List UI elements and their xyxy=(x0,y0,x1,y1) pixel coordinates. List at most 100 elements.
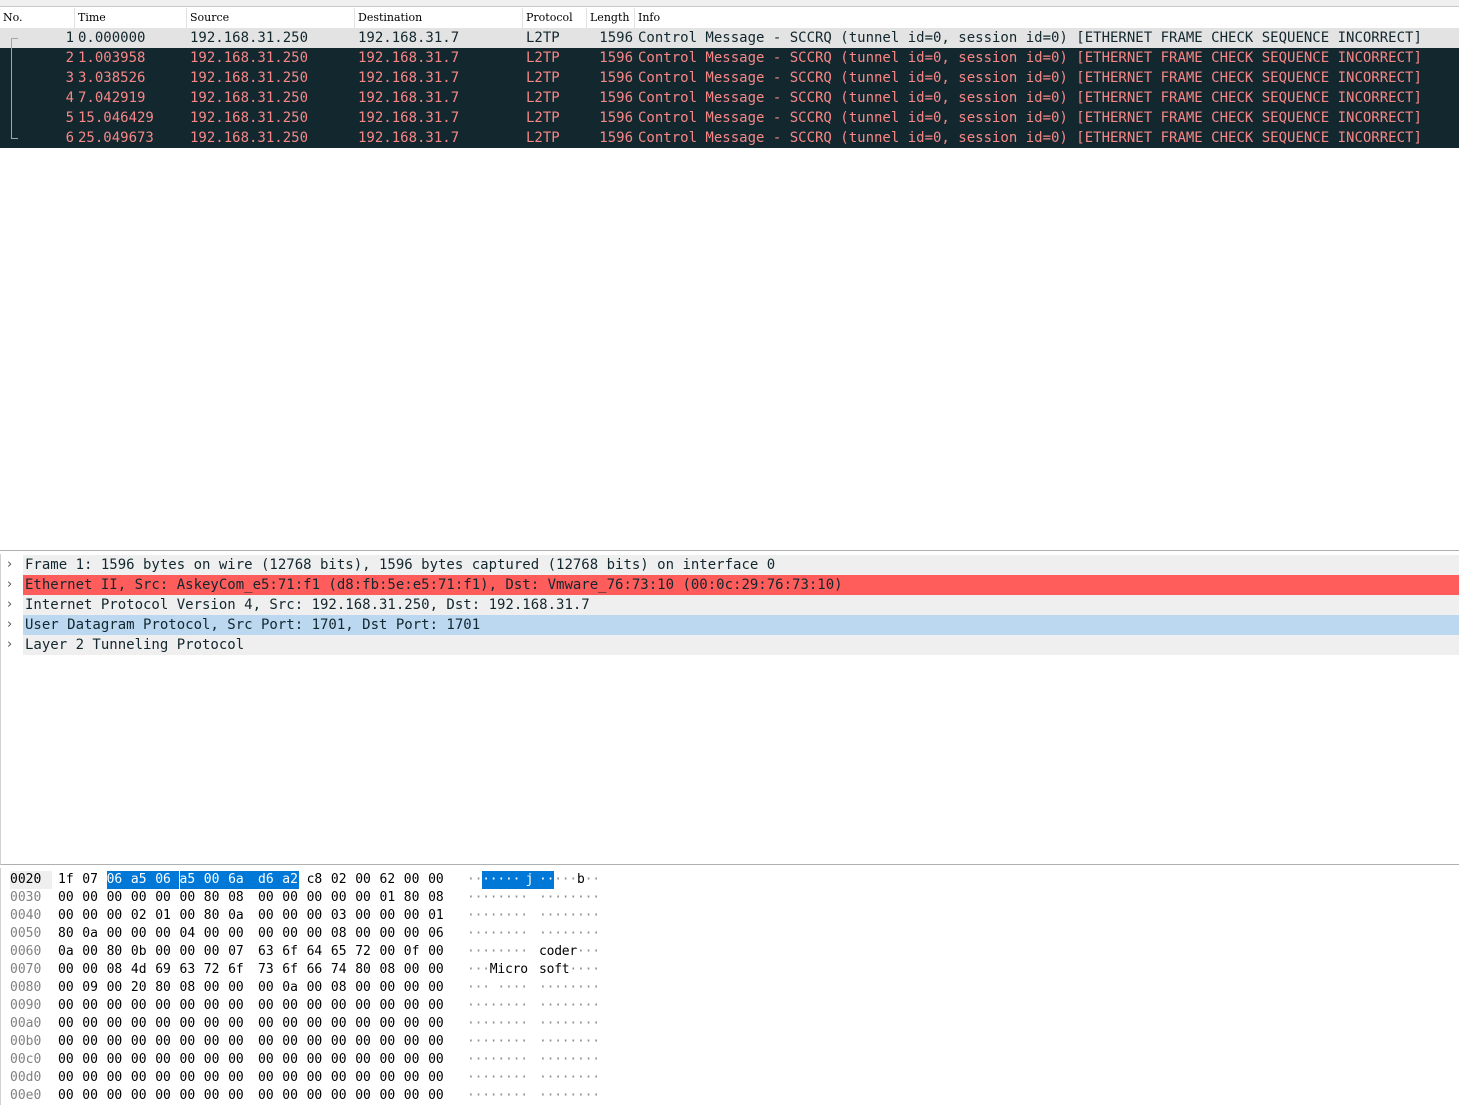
ascii-char[interactable]: · xyxy=(592,907,600,925)
ascii-char[interactable]: · xyxy=(490,1015,498,1033)
hex-byte[interactable]: 0a xyxy=(58,943,75,961)
ascii-char[interactable]: · xyxy=(475,961,483,979)
ascii-char[interactable]: · xyxy=(569,1033,577,1051)
ascii-char[interactable]: · xyxy=(562,871,570,889)
ascii-char[interactable]: · xyxy=(569,961,577,979)
ascii-char[interactable]: · xyxy=(562,1069,570,1087)
hex-byte[interactable]: 00 xyxy=(204,979,221,997)
ascii-char[interactable]: · xyxy=(497,943,505,961)
ascii-char[interactable]: t xyxy=(562,961,570,979)
ascii-char[interactable]: · xyxy=(554,1069,562,1087)
ascii-char[interactable]: · xyxy=(562,925,570,943)
ascii-char[interactable]: · xyxy=(539,925,547,943)
hex-byte[interactable]: 00 xyxy=(180,1087,197,1105)
hex-byte[interactable]: 00 xyxy=(228,997,245,1015)
hex-byte[interactable]: 00 xyxy=(428,961,445,979)
hex-byte[interactable]: 00 xyxy=(180,943,197,961)
hex-byte[interactable]: 00 xyxy=(204,1015,221,1033)
ascii-char[interactable]: · xyxy=(562,907,570,925)
hex-byte[interactable]: 0f xyxy=(404,943,421,961)
ascii-char[interactable]: · xyxy=(505,889,513,907)
ascii-char[interactable]: · xyxy=(505,925,513,943)
ascii-char[interactable]: · xyxy=(585,997,593,1015)
hex-byte[interactable]: 80 xyxy=(404,889,421,907)
hex-byte[interactable]: 62 xyxy=(380,871,397,889)
hex-byte[interactable]: 00 xyxy=(404,979,421,997)
hex-byte[interactable]: 00 xyxy=(155,1087,172,1105)
hex-dump-row[interactable]: 00a0 00 00 00 00 00 00 00 00 00 00 00 00 00 00 00 00 · · · ·… xyxy=(1,1015,1459,1033)
hex-byte[interactable]: 20 xyxy=(131,979,148,997)
hex-byte[interactable]: 00 xyxy=(331,889,348,907)
ascii-char[interactable]: · xyxy=(497,871,505,889)
ascii-char[interactable]: · xyxy=(505,1069,513,1087)
hex-byte[interactable]: 06 xyxy=(428,925,445,943)
hex-byte[interactable]: 00 xyxy=(155,1051,172,1069)
col-header-no[interactable]: No. xyxy=(0,8,75,28)
hex-byte[interactable]: 00 xyxy=(355,1015,372,1033)
ascii-char[interactable]: · xyxy=(547,1087,555,1105)
ascii-char[interactable]: · xyxy=(562,997,570,1015)
hex-byte[interactable]: 00 xyxy=(404,1069,421,1087)
ascii-char[interactable]: · xyxy=(475,871,483,889)
hex-byte[interactable]: 00 xyxy=(82,1015,99,1033)
hex-byte[interactable]: 00 xyxy=(380,925,397,943)
hex-byte[interactable]: 00 xyxy=(131,1069,148,1087)
hex-byte[interactable]: 00 xyxy=(380,1087,397,1105)
hex-byte[interactable]: 07 xyxy=(82,871,99,889)
hex-byte[interactable]: 00 xyxy=(58,889,75,907)
hex-byte[interactable]: 00 xyxy=(58,1015,75,1033)
hex-byte[interactable]: 08 xyxy=(180,979,197,997)
ascii-char[interactable]: · xyxy=(592,1015,600,1033)
ascii-char[interactable]: · xyxy=(592,961,600,979)
hex-byte[interactable]: 00 xyxy=(180,907,197,925)
hex-byte[interactable]: 80 xyxy=(58,925,75,943)
hex-byte[interactable]: 00 xyxy=(107,997,124,1015)
hex-byte[interactable]: 01 xyxy=(155,907,172,925)
hex-byte[interactable]: 00 xyxy=(82,889,99,907)
hex-byte[interactable]: 00 xyxy=(282,1033,299,1051)
ascii-char[interactable]: · xyxy=(475,1015,483,1033)
ascii-char[interactable]: · xyxy=(467,997,475,1015)
hex-byte[interactable]: 00 xyxy=(82,907,99,925)
hex-byte[interactable]: 00 xyxy=(155,1015,172,1033)
ascii-char[interactable]: · xyxy=(520,1069,528,1087)
hex-byte[interactable]: 74 xyxy=(331,961,348,979)
ascii-char[interactable]: · xyxy=(497,889,505,907)
ascii-char[interactable]: · xyxy=(520,1051,528,1069)
hex-byte[interactable]: 00 xyxy=(228,1051,245,1069)
hex-byte[interactable]: 00 xyxy=(307,1033,324,1051)
ascii-char[interactable]: · xyxy=(592,1033,600,1051)
ascii-char[interactable]: · xyxy=(520,907,528,925)
ascii-char[interactable]: · xyxy=(569,1069,577,1087)
ascii-char[interactable]: · xyxy=(554,889,562,907)
ascii-char[interactable]: · xyxy=(467,1051,475,1069)
hex-dump-row[interactable]: 0060 0a 00 80 0b 00 00 00 07 63 6f 64 65 72 00 0f 00 · · · ·… xyxy=(1,943,1459,961)
hex-byte[interactable]: 6f xyxy=(228,961,245,979)
hex-byte[interactable]: 80 xyxy=(107,943,124,961)
ascii-char[interactable]: i xyxy=(497,961,505,979)
hex-byte[interactable]: 63 xyxy=(258,943,275,961)
ascii-char[interactable]: · xyxy=(546,871,554,889)
ascii-char[interactable]: · xyxy=(585,1015,593,1033)
ascii-char[interactable]: · xyxy=(577,925,585,943)
ascii-char[interactable]: c xyxy=(505,961,513,979)
hex-byte[interactable]: 80 xyxy=(204,889,221,907)
hex-byte[interactable]: 00 xyxy=(380,943,397,961)
ascii-char[interactable]: · xyxy=(562,1087,570,1105)
ascii-char[interactable]: · xyxy=(547,1015,555,1033)
ascii-char[interactable]: · xyxy=(547,997,555,1015)
hex-byte[interactable]: 00 xyxy=(82,961,99,979)
hex-byte[interactable]: 00 xyxy=(355,907,372,925)
hex-byte[interactable]: 00 xyxy=(131,1033,148,1051)
hex-byte[interactable]: 00 xyxy=(258,907,275,925)
col-header-length[interactable]: Length xyxy=(587,8,635,28)
hex-byte[interactable]: 00 xyxy=(82,997,99,1015)
hex-byte[interactable]: 00 xyxy=(404,1051,421,1069)
ascii-char[interactable]: · xyxy=(585,889,593,907)
ascii-char[interactable]: · xyxy=(585,979,593,997)
ascii-char[interactable]: · xyxy=(569,1051,577,1069)
ascii-char[interactable]: · xyxy=(490,1069,498,1087)
ascii-char[interactable]: · xyxy=(547,925,555,943)
hex-byte[interactable]: 00 xyxy=(131,997,148,1015)
ascii-char[interactable]: · xyxy=(592,997,600,1015)
